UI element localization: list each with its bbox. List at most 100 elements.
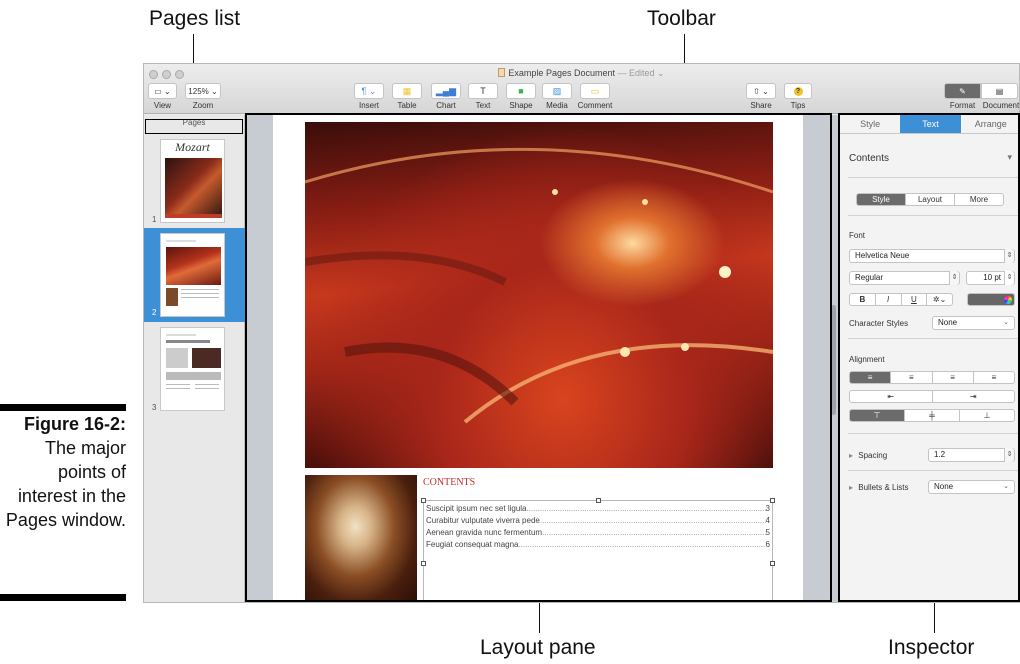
thumb-text-line (195, 388, 219, 389)
selection-handle[interactable] (770, 561, 775, 566)
contents-heading: CONTENTS (423, 477, 476, 488)
underline-button[interactable]: U (902, 294, 928, 305)
text-options-button[interactable]: ✲⌄ (927, 294, 952, 305)
callout-layout-pane: Layout pane (480, 636, 596, 659)
toolbar-text-button[interactable]: T (468, 83, 498, 99)
divider (848, 177, 1019, 178)
bullets-label: Bullets & Lists (858, 483, 909, 492)
spacing-popup[interactable]: 1.2 ⇕ (928, 448, 1015, 462)
paragraph-style-name[interactable]: Contents (849, 153, 889, 164)
bullets-disclosure[interactable]: ▸ Bullets & Lists (849, 483, 909, 492)
page-thumbnail-2[interactable]: 2 (144, 228, 245, 322)
align-right-button[interactable]: ≡ (933, 372, 974, 383)
toolbar-media-button[interactable]: ▨ (542, 83, 572, 99)
italic-button[interactable]: I (876, 294, 902, 305)
document-name: Example Pages Document (508, 68, 615, 78)
toolbar-chart-button[interactable]: ▂▄▆ (431, 83, 461, 99)
thumb-accent-bar (165, 214, 222, 218)
page-thumbnail-3[interactable]: 3 (144, 323, 245, 415)
shape-icon: ■ (518, 86, 524, 96)
tips-button[interactable]: ? (784, 83, 812, 99)
thumb-text-line (166, 384, 190, 385)
justify-button[interactable]: ≡ (974, 372, 1014, 383)
subtab-layout[interactable]: Layout (906, 194, 955, 205)
selection-handle[interactable] (596, 498, 601, 503)
horizontal-alignment: ≡ ≡ ≡ ≡ (849, 371, 1015, 384)
font-family-popup[interactable]: Helvetica Neue ⇕ (849, 249, 1015, 263)
comment-icon: ▭ (590, 85, 600, 96)
toc-entry-text: Suscipit ipsum nec set ligula (426, 504, 527, 513)
thumb-image-block (192, 348, 221, 368)
title-bar: Example Pages Document — Edited ⌄ ▭ ⌄ Vi… (144, 64, 1019, 114)
document-page[interactable]: CONTENTS Suscipit ipsum nec set ligula..… (273, 115, 803, 602)
font-weight-popup[interactable]: Regular ⇕ (849, 271, 960, 285)
align-bottom-button[interactable]: ⊥ (960, 410, 1014, 421)
tab-arrange[interactable]: Arrange (961, 115, 1019, 133)
tab-text[interactable]: Text (900, 115, 961, 133)
selection-handle[interactable] (770, 498, 775, 503)
text-color-well[interactable] (967, 293, 1015, 306)
page-number-3: 3 (152, 403, 157, 412)
align-center-button[interactable]: ≡ (891, 372, 933, 383)
updown-icon: ⇕ (949, 271, 959, 285)
toolbar-comment-button[interactable]: ▭ (580, 83, 610, 99)
character-styles-popup[interactable]: None ⌄ (932, 316, 1015, 330)
zoom-menu[interactable]: 125% ⌄ (185, 83, 221, 99)
divider (848, 215, 1019, 216)
thumb-text-line (181, 293, 219, 294)
share-icon: ⇧ ⌄ (753, 86, 769, 96)
font-size-value: 10 pt (983, 273, 1001, 282)
align-top-button[interactable]: ⊤ (850, 410, 905, 421)
font-size-field[interactable]: 10 pt ⇕ (966, 271, 1015, 285)
spacing-disclosure[interactable]: ▸ Spacing (849, 451, 887, 460)
toc-text-box[interactable]: Suscipit ipsum nec set ligula...........… (421, 498, 775, 602)
insert-icon: ¶ ⌄ (361, 85, 377, 96)
theater-photo[interactable] (305, 122, 773, 468)
callout-inspector: Inspector (888, 636, 975, 659)
toc-entry-page: 6 (765, 540, 770, 549)
share-button[interactable]: ⇧ ⌄ (746, 83, 776, 99)
conductor-photo[interactable] (305, 475, 417, 602)
align-middle-button[interactable]: ╪ (905, 410, 960, 421)
view-button[interactable]: ▭ ⌄ (148, 83, 177, 99)
toolbar-insert-button[interactable]: ¶ ⌄ (354, 83, 384, 99)
toc-leader-dots: ........................................… (518, 540, 766, 549)
figure-top-bar (0, 404, 126, 411)
bullets-value: None (934, 482, 954, 491)
document-button[interactable]: ▤ (981, 83, 1018, 99)
theater-photo-thumb (166, 247, 221, 285)
subtab-more[interactable]: More (955, 194, 1003, 205)
toolbar-shape-button[interactable]: ■ (506, 83, 536, 99)
decrease-indent-button[interactable]: ⇤ (850, 391, 933, 402)
pages-heading: Pages (182, 118, 206, 127)
figure-caption: Figure 16-2: The major points of interes… (0, 412, 126, 532)
text-subtabs: Style Layout More (856, 193, 1004, 206)
layout-pane[interactable]: CONTENTS Suscipit ipsum nec set ligula..… (246, 115, 838, 602)
document-title[interactable]: Example Pages Document — Edited ⌄ (144, 68, 1019, 79)
align-left-button[interactable]: ≡ (850, 372, 892, 383)
media-icon: ▨ (552, 85, 562, 96)
subtab-style[interactable]: Style (857, 194, 906, 205)
stepper-icon[interactable]: ⇕ (1004, 271, 1014, 285)
tab-style[interactable]: Style (840, 115, 900, 133)
toolbar-table-button[interactable]: ▦ (392, 83, 422, 99)
page-thumbnail-1[interactable]: Mozart 1 (144, 135, 245, 227)
thumb-line (166, 334, 196, 336)
font-style-buttons: B I U ✲⌄ (849, 293, 953, 306)
bold-button[interactable]: B (850, 294, 876, 305)
pages-window: Example Pages Document — Edited ⌄ ▭ ⌄ Vi… (143, 63, 1020, 603)
vertical-scrollbar[interactable] (831, 305, 836, 415)
selection-handle[interactable] (421, 498, 426, 503)
format-button[interactable]: ✎ (944, 83, 981, 99)
vertical-alignment: ⊤ ╪ ⊥ (849, 409, 1015, 422)
paragraph-style-chevron-icon[interactable]: ▾ (1007, 152, 1012, 163)
toc-entry-page: 4 (765, 516, 770, 525)
theater-balcony-lines (305, 147, 773, 424)
format-label: Format (949, 101, 976, 110)
selection-handle[interactable] (421, 561, 426, 566)
increase-indent-button[interactable]: ⇥ (933, 391, 1015, 402)
bullets-popup[interactable]: None ⌄ (928, 480, 1015, 494)
zoom-value: 125% ⌄ (188, 86, 218, 96)
disclosure-triangle-icon: ▸ (849, 451, 854, 460)
toolbar-text-label: Text (475, 101, 491, 110)
